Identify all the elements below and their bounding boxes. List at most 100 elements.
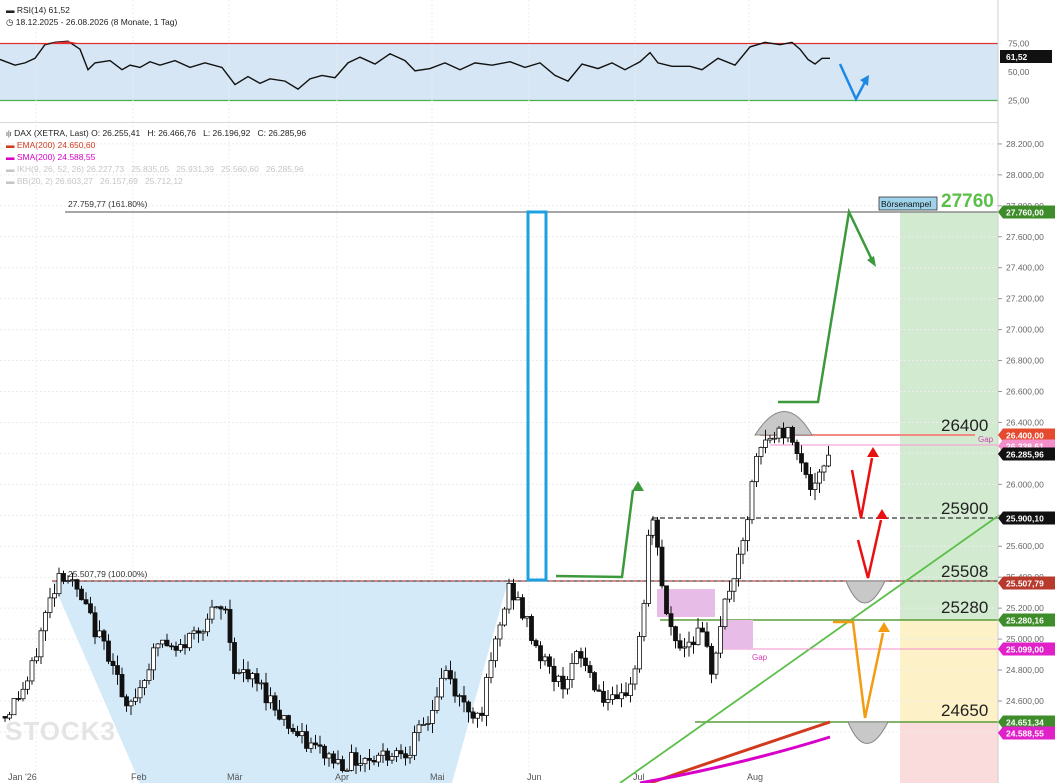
candle-body <box>421 723 426 726</box>
candle-body <box>92 612 98 638</box>
candle-body <box>335 759 341 764</box>
candle-body <box>110 660 116 666</box>
red-arrow-2 <box>856 519 883 579</box>
candle-body <box>70 579 75 582</box>
candle-body <box>592 672 597 691</box>
green-projection-arrow-1 <box>555 489 635 579</box>
candle-body <box>160 639 165 645</box>
ikh-legend[interactable]: ▬ IKH(9, 26, 52, 26) 26.227,73 25.835,05… <box>6 164 304 175</box>
candle-body <box>430 710 435 724</box>
month-label: Mär <box>227 772 243 782</box>
candle-body <box>538 645 543 662</box>
candle-body <box>196 630 201 634</box>
fib-base-label: 25.507,79 (100.00%) <box>68 569 148 579</box>
ikh-values: 26.227,73 25.835,05 25.931,39 25.560,60 … <box>86 164 304 174</box>
candle-body <box>722 598 728 628</box>
instrument-name: DAX (XETRA, Last) <box>14 128 89 138</box>
rsi-legend-marker: ▬ <box>6 5 15 15</box>
range-info: (8 Monate, 1 Tag) <box>110 17 178 27</box>
candle-body <box>686 641 692 648</box>
candle-body <box>178 644 183 651</box>
candle-body <box>425 723 431 725</box>
candle-body <box>29 660 35 682</box>
candle-body <box>20 688 26 700</box>
candle-body <box>362 757 368 765</box>
clock-icon: ◷ <box>6 17 14 27</box>
candle-body <box>605 699 611 703</box>
rsi-label: RSI(14) <box>16 5 47 15</box>
candle-body <box>704 631 710 647</box>
candle-body <box>583 657 588 666</box>
price-axis-label: 25.200,00 <box>1006 603 1044 613</box>
candle-body <box>727 590 732 600</box>
candle-body <box>457 695 462 698</box>
ema-legend[interactable]: ▬ EMA(200) 24.650,60 <box>6 140 95 151</box>
sma-label: SMA(200) <box>16 152 56 162</box>
candle-body <box>448 670 453 680</box>
candle-body <box>799 453 804 464</box>
candle-body <box>578 651 584 659</box>
candle-body <box>353 752 359 766</box>
ema-marker: ▬ <box>6 140 15 150</box>
candle-body <box>736 553 741 580</box>
ikh-label: IKH(9, 26, 52, 26) <box>16 164 84 174</box>
candle-body <box>533 640 539 647</box>
dax-chart-svg[interactable]: 75,00 50,00 25,00 61,52 27.759,77 (161.80%) 2… <box>0 0 1055 783</box>
gap-label-upper: Gap <box>978 435 994 444</box>
candle-body <box>38 630 44 658</box>
candle-body <box>484 677 489 716</box>
candle-body <box>452 678 458 697</box>
candle-body <box>749 481 755 521</box>
candle-body <box>304 731 309 749</box>
candle-body <box>236 672 242 674</box>
candle-body <box>610 694 615 701</box>
bb-values: 26.603,27 26.157,69 25.712,12 <box>55 176 183 186</box>
candle-body <box>731 578 737 592</box>
level-label-27760: 27760 <box>941 191 994 212</box>
rsi-band <box>0 43 998 101</box>
candle-body <box>439 677 444 698</box>
candle-body <box>776 427 782 439</box>
candle-body <box>11 698 17 716</box>
candle-body <box>443 670 449 679</box>
bb-legend[interactable]: ▬ BB(20, 2) 26.603,27 26.157,69 25.712,1… <box>6 176 183 187</box>
candle-body <box>434 696 440 711</box>
candle-body <box>461 695 467 703</box>
ema-200-line <box>649 720 831 783</box>
candle-body <box>290 727 296 732</box>
candle-body <box>173 645 179 651</box>
candle-body <box>560 675 566 690</box>
candle-body <box>295 731 300 737</box>
candle-body <box>340 759 345 772</box>
price-tag-text: 25.900,10 <box>1006 514 1044 524</box>
price-tag-text: 24.651,34 <box>1006 718 1044 728</box>
price-axis-label: 26.400,00 <box>1006 417 1044 427</box>
month-label: Jan '26 <box>8 772 37 782</box>
candle-body <box>475 712 480 719</box>
sma-legend[interactable]: ▬ SMA(200) 24.588,55 <box>6 152 95 163</box>
gap-label-lower: Gap <box>752 653 768 662</box>
candle-body <box>223 608 228 611</box>
candle-body <box>709 645 714 675</box>
orange-arrowhead <box>878 622 890 632</box>
candle-body <box>817 471 822 484</box>
candle-body <box>241 669 246 673</box>
candle-body <box>200 631 206 634</box>
candle-body <box>205 618 210 633</box>
candle-body <box>547 656 552 667</box>
candle-body <box>182 644 188 649</box>
candle-body <box>655 519 660 548</box>
candle-body <box>488 660 494 678</box>
candle-body <box>394 750 399 757</box>
rsi-axis-label: 25,00 <box>1008 96 1030 106</box>
ema-value: 24.650,60 <box>57 140 96 150</box>
candle-body <box>358 763 363 766</box>
level-label: 26400 <box>941 416 988 435</box>
candle-body <box>398 750 404 755</box>
candle-body <box>322 745 327 759</box>
candle-body <box>403 753 408 759</box>
green-arrowhead-1 <box>632 481 644 491</box>
month-label: Aug <box>747 772 763 782</box>
candle-body <box>209 606 215 620</box>
candle-body <box>286 715 291 729</box>
